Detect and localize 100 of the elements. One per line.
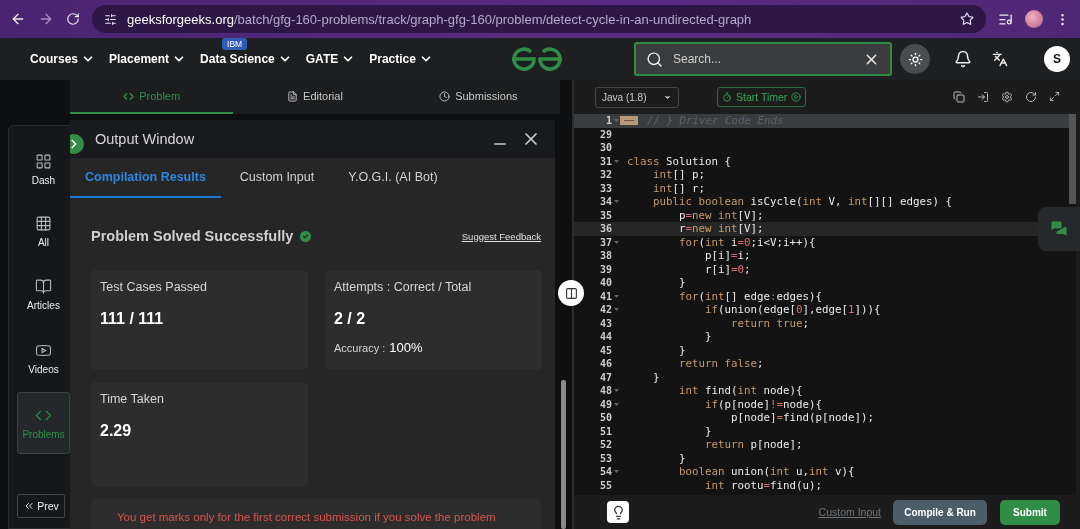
nav-menu-item[interactable]: Courses: [30, 52, 79, 66]
feedback-link[interactable]: Suggest Feedback: [461, 230, 541, 242]
fold-arrow-icon[interactable]: [613, 293, 619, 299]
settings-icon[interactable]: [1001, 91, 1013, 103]
line-number: 41: [598, 290, 612, 302]
fold-arrow-icon[interactable]: [613, 388, 619, 394]
search-icon: [646, 50, 663, 68]
code-line: if(union(edge[0],edge[1])){: [704, 303, 881, 317]
reload-icon[interactable]: [66, 12, 80, 26]
line-number: 55: [598, 479, 612, 491]
book-icon: [35, 277, 52, 295]
fold-arrow-icon[interactable]: [613, 401, 619, 407]
line-number: 53: [598, 452, 612, 464]
translate-icon[interactable]: [992, 51, 1008, 67]
chat-icon: [1049, 219, 1069, 239]
output-tab[interactable]: Compilation Results: [70, 158, 221, 198]
sidebar-item[interactable]: All: [17, 202, 70, 260]
code-editor[interactable]: [574, 114, 1076, 495]
line-number: 50: [598, 412, 612, 424]
expand-button[interactable]: [70, 134, 84, 154]
back-icon[interactable]: [10, 11, 26, 27]
line-number: 48: [598, 385, 612, 397]
card-label: Test Cases Passed: [100, 280, 208, 294]
language-select[interactable]: Java (1.8): [595, 86, 679, 108]
address-bar[interactable]: geeksforgeeks.org/batch/gfg-160-problems/track/graph-gfg-160/problem/detect-cycle-in-an-undirected-graph: [92, 5, 986, 33]
code-line: boolean union(int u,int v){: [678, 465, 855, 479]
fold-arrow-icon[interactable]: [613, 307, 619, 313]
search-bar[interactable]: Search...: [634, 42, 892, 76]
user-avatar[interactable]: S: [1044, 46, 1070, 72]
forward-icon[interactable]: [38, 11, 54, 27]
nav-menu-item[interactable]: Placement: [109, 52, 170, 66]
line-number: 29: [598, 128, 612, 140]
card-value: 111 / 111: [100, 310, 165, 328]
code-line: public boolean isCycle(int V, int[][] edges) {: [652, 195, 953, 209]
nav-menu-item[interactable]: Data Science: [200, 52, 275, 66]
line-number: 46: [598, 358, 612, 370]
submit-button[interactable]: Submit: [1000, 499, 1060, 525]
card-label: Attempts : Correct / Total: [334, 280, 473, 294]
notice-text: You get marks only for the first correct submission if you solve the problem: [117, 511, 496, 523]
start-timer-button[interactable]: Start Timer: [717, 87, 807, 107]
problem-tab[interactable]: Submissions: [396, 80, 560, 114]
media-icon[interactable]: [998, 11, 1013, 27]
split-icon: [564, 286, 578, 300]
code-line: p=new int[V];: [678, 208, 764, 222]
code-line: p[node]=find(p[node]);: [730, 411, 875, 425]
line-number: 39: [598, 263, 612, 275]
problem-tab[interactable]: Problem: [70, 80, 234, 114]
line-number: 51: [598, 425, 612, 437]
export-icon[interactable]: [977, 91, 989, 103]
code-line: for(int[] edge:edges){: [678, 289, 823, 303]
scrollbar[interactable]: [561, 380, 566, 529]
line-number: 40: [598, 277, 612, 289]
card-value: 2 / 2: [334, 310, 367, 328]
code-line: }: [704, 424, 712, 438]
search-input[interactable]: Search...: [671, 51, 855, 67]
code-line: int rootu=find(u);: [704, 478, 823, 492]
sidebar-item[interactable]: Articles: [17, 264, 70, 324]
line-number: 44: [598, 331, 612, 343]
profile-avatar[interactable]: [1025, 10, 1043, 28]
sidebar-item[interactable]: Dash: [17, 140, 70, 198]
fullscreen-icon[interactable]: [1049, 91, 1060, 102]
fold-arrow-icon[interactable]: [613, 199, 619, 205]
nav-menu-item[interactable]: Practice: [369, 52, 416, 66]
prev-button[interactable]: Prev: [17, 494, 65, 518]
sidebar-item[interactable]: Problems: [17, 392, 70, 454]
output-tab[interactable]: Custom Input: [224, 158, 330, 198]
double-chevron-icon: [23, 500, 36, 512]
url-text: geeksforgeeks.org/batch/gfg-160-problems/track/graph-gfg-160/problem/detect-cycle-in-an-undirected-graph: [127, 11, 753, 27]
resize-handle[interactable]: [558, 280, 584, 306]
line-number: 31: [598, 155, 612, 167]
code-line: int[] r;: [652, 181, 706, 195]
hint-button[interactable]: [607, 501, 629, 523]
code-line: for(int i=0;i<V;i++){: [678, 235, 816, 249]
custom-input-link[interactable]: Custom Input: [818, 506, 881, 518]
check-icon: [298, 228, 314, 244]
theme-toggle-button[interactable]: [900, 44, 930, 74]
nav-menu-item[interactable]: GATE: [305, 52, 339, 66]
fold-arrow-icon[interactable]: [613, 469, 619, 475]
fold-marker-icon[interactable]: [620, 116, 638, 126]
logo-icon[interactable]: [510, 47, 564, 71]
reset-icon[interactable]: [1025, 91, 1037, 103]
accuracy-label: Accuracy :: [334, 342, 386, 354]
sidebar-item[interactable]: Videos: [17, 328, 70, 388]
output-tab[interactable]: Y.O.G.I. (AI Bot): [333, 158, 453, 198]
copy-icon[interactable]: [953, 91, 965, 103]
line-number: 37: [598, 236, 612, 248]
code-line: int find(int node){: [678, 384, 803, 398]
problem-tab[interactable]: Editorial: [233, 80, 397, 114]
clock-icon: [439, 90, 451, 102]
fold-arrow-icon[interactable]: [613, 239, 619, 245]
star-icon[interactable]: [960, 12, 974, 26]
scrollbar[interactable]: [1069, 114, 1076, 204]
line-number: 32: [598, 169, 612, 181]
fold-arrow-icon[interactable]: [613, 158, 619, 164]
code-line: }: [704, 330, 712, 344]
compile-run-button[interactable]: Compile & Run: [893, 499, 987, 525]
chat-button[interactable]: [1038, 207, 1080, 251]
site-settings-icon[interactable]: [104, 12, 117, 26]
code-line: return true;: [730, 316, 810, 330]
bell-icon[interactable]: [954, 50, 972, 68]
